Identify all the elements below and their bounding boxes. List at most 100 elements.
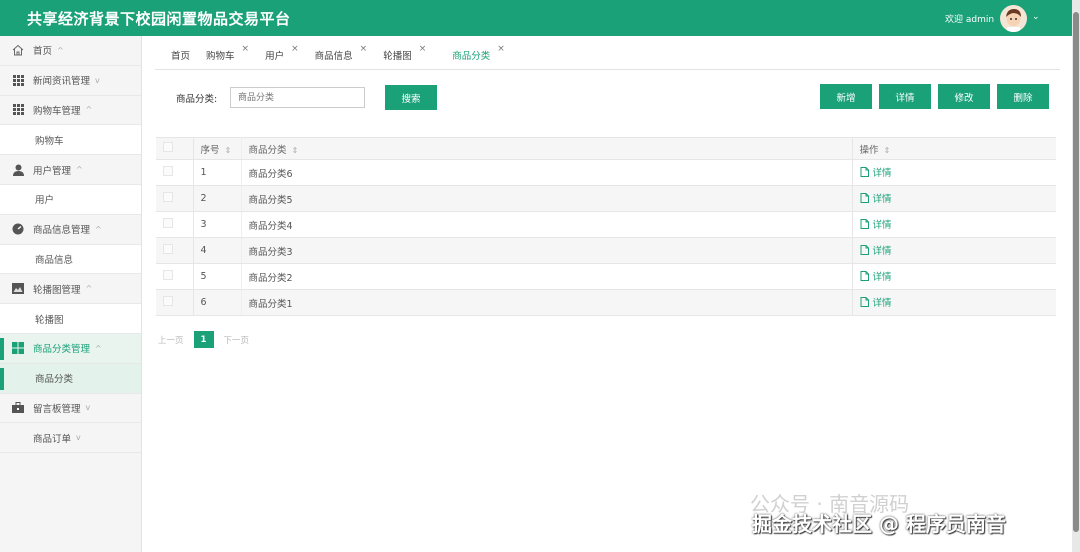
actions-cell: 详情 [851,263,1056,290]
close-icon[interactable]: × [497,44,505,54]
close-icon[interactable]: × [419,44,427,54]
page-1-button[interactable]: 1 [193,331,214,348]
tab-category[interactable]: 商品分类 × [452,44,505,62]
sidebar-item-message-mgmt[interactable]: 留言板管理 v [0,394,141,424]
row-select-cell[interactable] [156,211,194,238]
tab-cart[interactable]: 购物车 × [206,44,249,62]
sidebar-item-label: 商品分类 [35,374,74,386]
close-icon[interactable]: × [291,44,299,54]
sidebar-item-home[interactable]: 首页 ^ [0,36,141,66]
tab-goods[interactable]: 商品信息 × [315,44,368,62]
document-icon [860,167,869,177]
row-checkbox[interactable] [163,192,173,202]
tab-user[interactable]: 用户 × [265,44,299,62]
image-icon [12,283,24,295]
sidebar-item-user-mgmt[interactable]: 用户管理 ^ [0,155,141,185]
column-header-index[interactable]: 序号 ⇕ [193,137,242,160]
table-row[interactable]: 6 商品分类1 详情 [156,289,1056,316]
table-row[interactable]: 3 商品分类4 详情 [156,211,1056,238]
row-select-cell[interactable] [156,237,194,264]
column-header-category[interactable]: 商品分类 ⇕ [241,137,852,160]
edit-button[interactable]: 修改 [938,84,990,109]
search-button[interactable]: 搜索 [385,85,437,110]
sidebar-item-label: 留言板管理 [33,403,81,415]
category-cell: 商品分类6 [241,159,852,186]
row-detail-link[interactable]: 详情 [860,243,892,257]
close-icon[interactable]: × [360,44,368,54]
column-header-actions[interactable]: 操作 ⇕ [851,137,1056,160]
detail-label: 详情 [872,220,892,231]
row-checkbox[interactable] [163,244,173,254]
chevron-down-icon[interactable]: ⌄ [1032,12,1040,22]
chevron-icon: v [76,433,81,443]
sidebar-item-news[interactable]: 新闻资讯管理 v [0,66,141,96]
tab-home[interactable]: 首页 [171,48,190,62]
document-icon [860,193,869,203]
table-row[interactable]: 2 商品分类5 详情 [156,185,1056,212]
sort-icon[interactable]: ⇕ [225,146,232,155]
sidebar-item-label: 新闻资讯管理 [33,76,91,88]
welcome-text: 欢迎 admin [945,15,995,25]
sidebar-item-goods[interactable]: 商品信息 [0,244,141,275]
gauge-icon [12,223,24,235]
sidebar-item-category[interactable]: 商品分类 [0,363,141,394]
sidebar-item-label: 商品订单 [33,433,72,445]
chevron-icon: ^ [85,105,93,115]
sidebar-item-carousel-mgmt[interactable]: 轮播图管理 ^ [0,274,141,305]
grid-icon [12,104,24,116]
sidebar-item-cart-mgmt[interactable]: 购物车管理 ^ [0,96,141,126]
scrollbar[interactable] [1072,0,1080,552]
select-all-cell[interactable] [156,137,194,160]
row-checkbox[interactable] [163,270,173,280]
sidebar-item-user[interactable]: 用户 [0,184,141,215]
row-checkbox[interactable] [163,166,173,176]
table-row[interactable]: 4 商品分类3 详情 [156,237,1056,264]
row-select-cell[interactable] [156,289,194,316]
detail-label: 详情 [872,168,892,179]
header-label: 商品分类 [248,144,287,156]
close-icon[interactable]: × [242,44,250,54]
sidebar-item-orders[interactable]: 商品订单 v [0,423,141,454]
avatar[interactable] [1000,5,1027,32]
next-page-button[interactable]: 下一页 [224,334,250,346]
chevron-icon: v [95,75,100,85]
actions-cell: 详情 [851,159,1056,186]
row-select-cell[interactable] [156,185,194,212]
row-select-cell[interactable] [156,263,194,290]
chevron-icon: v [85,403,91,413]
header-label: 操作 [859,144,879,156]
detail-button[interactable]: 详情 [879,84,931,109]
row-detail-link[interactable]: 详情 [860,295,892,309]
sort-icon[interactable]: ⇕ [292,146,299,155]
sidebar-item-label: 轮播图管理 [33,284,81,296]
sort-icon[interactable]: ⇕ [884,146,891,155]
sidebar-item-category-mgmt[interactable]: 商品分类管理 ^ [0,333,141,364]
row-detail-link[interactable]: 详情 [860,191,892,205]
row-detail-link[interactable]: 详情 [860,165,892,179]
row-select-cell[interactable] [156,159,194,186]
document-icon [860,219,869,229]
scrollbar-thumb[interactable] [1073,12,1079,532]
tab-carousel[interactable]: 轮播图 × [383,44,426,62]
table-row[interactable]: 1 商品分类6 详情 [156,159,1056,186]
row-checkbox[interactable] [163,296,173,306]
category-search-input[interactable] [230,87,365,108]
detail-label: 详情 [872,246,892,257]
sidebar-item-label: 商品分类管理 [33,344,91,356]
actions-cell: 详情 [851,211,1056,238]
grid-icon [12,74,24,86]
row-detail-link[interactable]: 详情 [860,217,892,231]
table-row[interactable]: 5 商品分类2 详情 [156,263,1056,290]
category-cell: 商品分类2 [241,263,852,290]
delete-button[interactable]: 删除 [997,84,1049,109]
row-detail-link[interactable]: 详情 [860,269,892,283]
select-all-checkbox[interactable] [163,142,173,152]
sidebar-item-cart[interactable]: 购物车 [0,125,141,156]
add-button[interactable]: 新增 [820,84,872,109]
tab-label: 用户 [265,50,285,62]
tab-label: 购物车 [206,50,235,62]
row-checkbox[interactable] [163,218,173,228]
prev-page-button[interactable]: 上一页 [158,334,184,346]
sidebar-item-goods-mgmt[interactable]: 商品信息管理 ^ [0,215,141,245]
sidebar-item-carousel[interactable]: 轮播图 [0,304,141,334]
